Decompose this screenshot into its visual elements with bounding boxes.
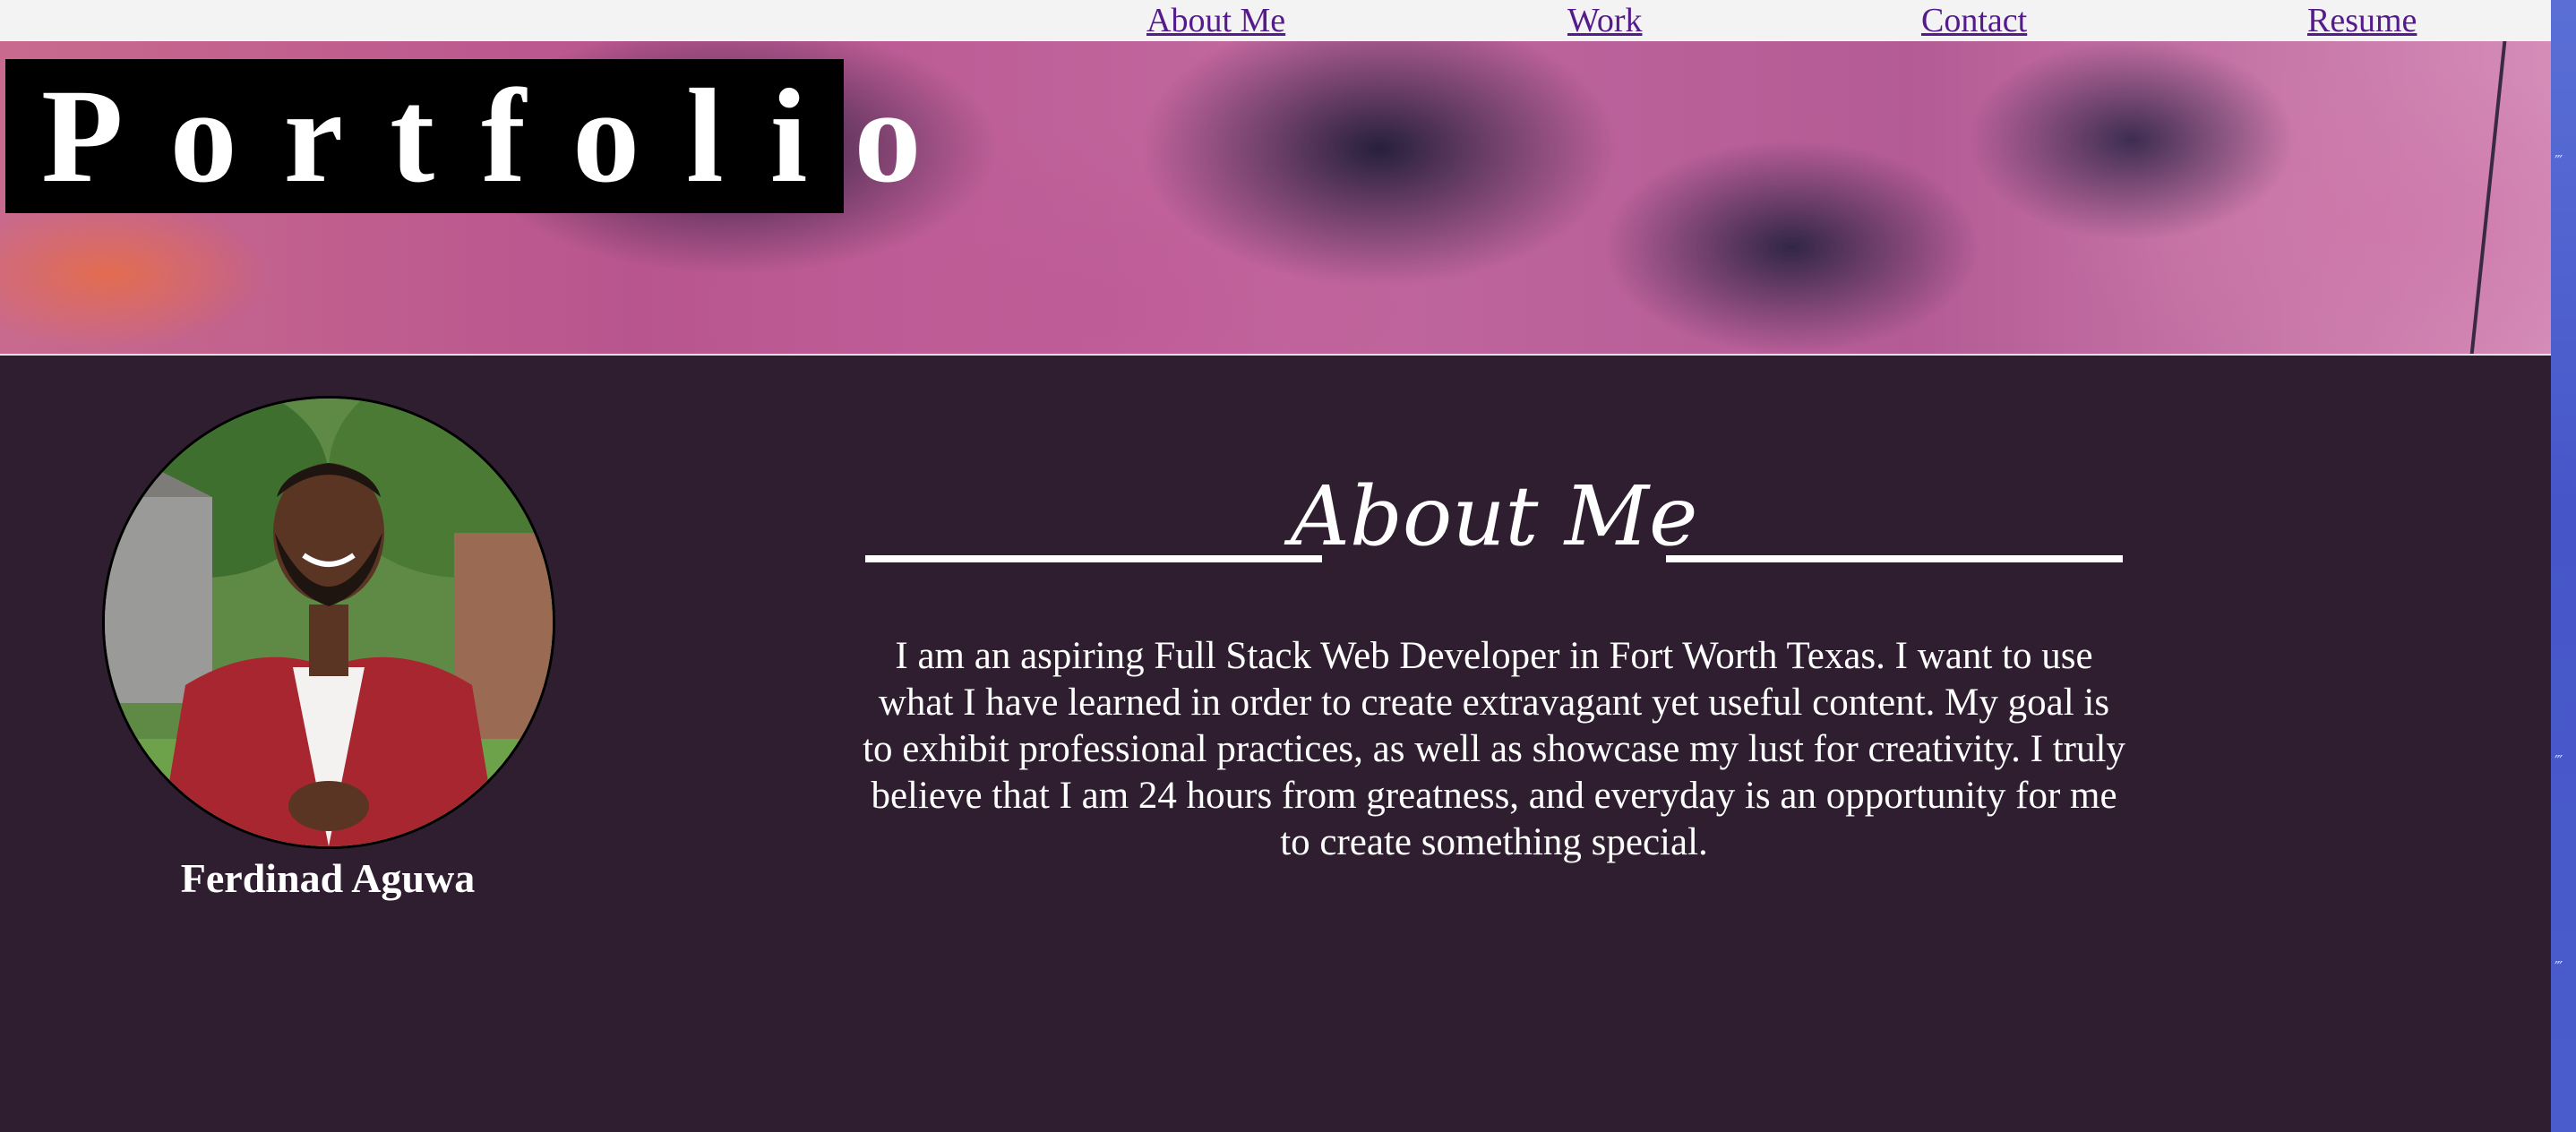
portfolio-page: About Me Work Contact Resume Portfolio F… — [0, 0, 2551, 1132]
page: About Me Work Contact Resume Portfolio F… — [0, 0, 2576, 1132]
about-heading-block: About Me — [865, 467, 2123, 566]
about-heading: About Me — [1290, 468, 1698, 564]
edge-mark: ‴ — [2555, 958, 2563, 977]
brand-box: Portfolio — [5, 59, 921, 213]
adjacent-window-edge: ‴ ‴ ‴ — [2551, 0, 2576, 1132]
nav-contact-link[interactable]: Contact — [1921, 0, 2027, 41]
profile-photo — [102, 396, 555, 849]
nav-about-me-link[interactable]: About Me — [1146, 0, 1285, 41]
profile-photo-illustration — [105, 399, 553, 846]
nav-work-link[interactable]: Work — [1567, 0, 1642, 41]
edge-mark: ‴ — [2555, 752, 2563, 771]
about-description: I am an aspiring Full Stack Web Develope… — [863, 635, 2125, 863]
profile-name: Ferdinad Aguwa — [180, 855, 476, 901]
edge-mark: ‴ — [2555, 152, 2563, 171]
brand-title: Portfolio — [41, 62, 968, 210]
wall-crack-decoration — [2469, 41, 2514, 355]
nav-resume-link[interactable]: Resume — [2307, 0, 2417, 41]
top-nav: About Me Work Contact Resume — [0, 0, 2551, 41]
hero-divider — [0, 354, 2551, 356]
